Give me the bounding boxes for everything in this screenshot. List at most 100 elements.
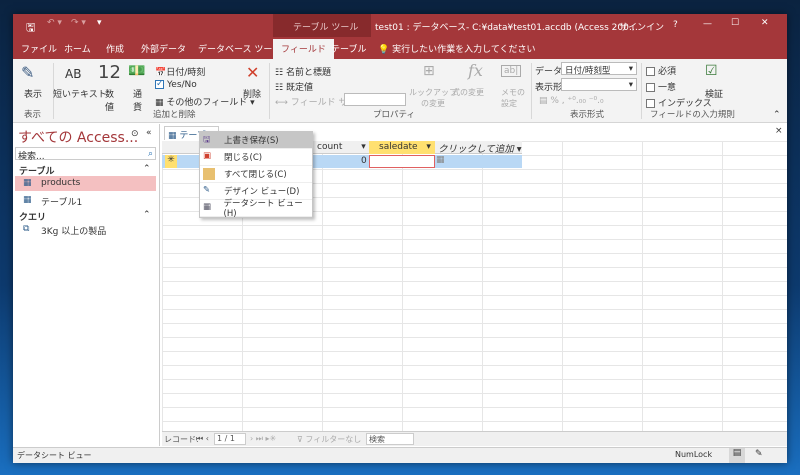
close-doc-icon: ▣ <box>203 151 212 161</box>
name-caption-button[interactable]: ☷ 名前と標題 <box>275 65 331 78</box>
nav-menu-icon[interactable]: ⊙ <box>131 129 139 139</box>
nav-item-products[interactable]: ▦ products <box>15 176 156 191</box>
column-header-saledate[interactable]: saledate ▾ <box>369 141 435 154</box>
group-validation-label: フィールドの入力規則 <box>650 110 735 120</box>
menu-item-save[interactable]: 🖫 上書き保存(S) <box>200 132 312 149</box>
menu-item-close[interactable]: ▣ 閉じる(C) <box>200 149 312 166</box>
column-header-count[interactable]: count ▾ <box>317 142 366 152</box>
group-add-delete-label: 追加と削除 <box>153 110 196 120</box>
delete-icon: ✕ <box>246 63 260 82</box>
more-fields-icon: ▦ <box>155 98 164 108</box>
navigation-pane: すべての Access... ⊙ « 検索... ⌕ テーブル ⌃ ▦ produc… <box>13 124 160 446</box>
table-icon: ▦ <box>23 178 32 188</box>
unique-checkbox[interactable]: 一意 <box>646 80 676 93</box>
data-type-select[interactable]: 日付/時刻型 ▾ <box>561 62 637 76</box>
datetime-button[interactable]: 📅日付/時刻 <box>155 65 205 78</box>
tab-database-tools[interactable]: データベース ツール <box>198 42 281 55</box>
collapse-icon[interactable]: ⌃ <box>143 210 151 220</box>
signin-link[interactable]: サインイン <box>619 20 664 33</box>
lookup-button[interactable]: ルックアップの変更 <box>408 87 458 109</box>
view-icon: ✎ <box>21 63 35 82</box>
search-icon: ⌕ <box>147 149 153 159</box>
undo-icon[interactable]: ↶ ▾ <box>47 18 62 28</box>
save-icon: 🖫 <box>203 135 211 145</box>
cell-count[interactable]: 0 <box>361 156 367 166</box>
customize-qat-icon[interactable]: ▾ <box>97 18 102 28</box>
group-format-label: 表示形式 <box>570 110 605 120</box>
tab-home[interactable]: ホーム <box>64 42 91 55</box>
close-button[interactable]: ✕ <box>761 18 769 28</box>
tab-create[interactable]: 作成 <box>106 42 124 55</box>
number-button[interactable]: 数値 <box>105 87 115 113</box>
menu-item-close-all[interactable]: すべて閉じる(C) <box>200 166 312 183</box>
yesno-button[interactable]: ✓ Yes/No <box>155 80 197 90</box>
shutter-bar-icon[interactable]: « <box>146 128 152 138</box>
record-position-input[interactable]: 1 / 1 <box>214 433 246 445</box>
number-format-buttons[interactable]: ▤ % , ⁺⁰.₀₀ ⁻⁰.₀ <box>539 96 604 106</box>
close-doc-icon[interactable]: × <box>775 126 783 136</box>
save-icon[interactable]: 🖫 <box>26 19 35 38</box>
status-bar: データシート ビュー NumLock ▤ ✎ <box>13 447 787 463</box>
datasheet-view-icon[interactable]: ▤ <box>729 448 745 463</box>
default-value-icon: ☷ <box>275 83 284 93</box>
menu-item-datasheet-view[interactable]: ▦ データシート ビュー(H) <box>200 199 312 219</box>
design-view-icon: ✎ <box>203 185 211 195</box>
ribbon-tabs: ファイル ホーム 作成 外部データ データベース ツール フィールド テーブル … <box>13 37 787 59</box>
first-record-button[interactable]: ⏮ ‹ <box>196 434 209 444</box>
context-tab-label: テーブル ツール <box>293 23 359 33</box>
nav-item-table1[interactable]: ▦ テーブル1 <box>15 193 156 208</box>
nav-pane-title[interactable]: すべての Access... <box>18 127 138 147</box>
cell-saledate[interactable] <box>369 155 435 168</box>
default-value-button[interactable]: ☷ 既定値 <box>275 80 313 93</box>
query-icon: ⧉ <box>23 224 30 234</box>
more-fields-button[interactable]: ▦ その他のフィールド ▾ <box>155 95 255 108</box>
tell-me-box[interactable]: 💡 実行したい作業を入力してください <box>378 42 536 55</box>
calendar-icon: 📅 <box>155 68 167 78</box>
number-icon: 12 <box>98 62 121 83</box>
new-record-icon: ✳ <box>165 155 177 168</box>
column-header-add[interactable]: クリックして追加 ▾ <box>438 141 522 155</box>
short-text-icon: AB <box>65 67 82 81</box>
view-button[interactable]: 表示 <box>24 87 42 100</box>
minimize-button[interactable]: — <box>703 19 712 29</box>
tab-file[interactable]: ファイル <box>21 42 57 55</box>
delete-button[interactable]: 削除 <box>243 87 261 100</box>
date-picker-icon[interactable]: ▦ <box>436 155 445 165</box>
field-size-input[interactable] <box>344 93 406 106</box>
record-navigation-bar: レコード: ⏮ ‹ 1 / 1 › ⏭ ▸✳ ⊽ フィルターなし 検索 <box>162 431 787 446</box>
redo-icon[interactable]: ↷ ▾ <box>71 18 86 28</box>
memo-settings-button[interactable]: メモの設定 <box>501 87 525 109</box>
nav-item-query[interactable]: ⧉ 3Kg 以上の製品 <box>15 222 156 237</box>
lookup-icon: ⊞ <box>423 63 435 79</box>
numlock-indicator: NumLock <box>675 450 713 459</box>
tab-context-menu: 🖫 上書き保存(S) ▣ 閉じる(C) すべて閉じる(C) ✎ デザイン ビュー(D)… <box>199 131 313 219</box>
title-bar: 🖫 ↶ ▾ ↷ ▾ ▾ テーブル ツール test01 : データベース- C:… <box>13 14 787 59</box>
next-record-buttons[interactable]: › ⏭ ▸✳ <box>250 434 276 444</box>
collapse-icon[interactable]: ⌃ <box>143 164 151 174</box>
help-button[interactable]: ? <box>673 20 678 30</box>
tell-me-text: 実行したい作業を入力してください <box>392 45 536 55</box>
table-icon: ▦ <box>23 195 32 205</box>
tab-table[interactable]: テーブル <box>331 42 366 55</box>
maximize-button[interactable]: ☐ <box>731 18 739 28</box>
currency-icon: 💵 <box>128 63 146 79</box>
expression-button[interactable]: 式の変更 <box>452 87 484 98</box>
datasheet-icon: ▦ <box>203 202 212 212</box>
filter-button[interactable]: ⊽ フィルターなし <box>297 434 361 445</box>
tab-external-data[interactable]: 外部データ <box>141 42 186 55</box>
nav-search-input[interactable]: 検索... ⌕ <box>15 147 156 162</box>
currency-button[interactable]: 通貨 <box>133 87 143 113</box>
design-view-icon[interactable]: ✎ <box>755 449 763 459</box>
tab-fields[interactable]: フィールド <box>273 39 334 59</box>
required-checkbox[interactable]: 必須 <box>646 64 676 77</box>
record-search-input[interactable]: 検索 <box>366 433 414 445</box>
format-select[interactable]: ▾ <box>561 78 637 91</box>
short-text-button[interactable]: 短いテキスト <box>53 87 107 100</box>
collapse-ribbon-icon[interactable]: ⌃ <box>773 110 781 120</box>
window-title: test01 : データベース- C:¥data¥test01.accdb (A… <box>375 23 638 33</box>
folder-icon <box>203 168 215 180</box>
checkbox-icon: ✓ <box>155 79 164 89</box>
validation-button[interactable]: 検証 <box>705 87 723 100</box>
group-properties-label: プロパティ <box>373 110 415 120</box>
group-view-label: 表示 <box>24 110 42 120</box>
